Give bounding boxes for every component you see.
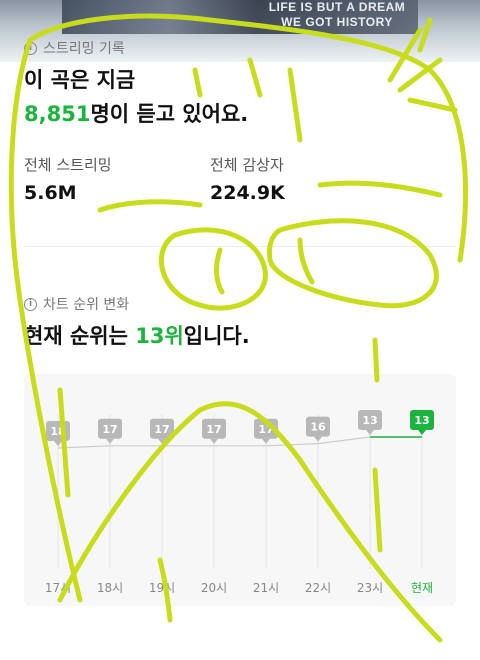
listeners-count: 8,851 xyxy=(24,102,91,126)
total-streams-value: 5.6M xyxy=(24,182,77,204)
x-tick-label: 17시 xyxy=(45,581,71,595)
banner-line-1: LIFE IS BUT A DREAM xyxy=(268,0,406,14)
rank-badge-label: 17 xyxy=(154,423,169,436)
x-tick-label: 19시 xyxy=(149,581,175,595)
rank-badge: 17 xyxy=(202,418,226,444)
ranking-headline-prefix: 현재 순위는 xyxy=(24,324,128,348)
rank-badge-label: 17 xyxy=(102,423,117,436)
current-rank: 13위 xyxy=(135,324,184,348)
x-tick-label: 20시 xyxy=(201,581,227,595)
rank-badge-label: 16 xyxy=(310,421,326,434)
streaming-headline-line1: 이 곡은 지금 xyxy=(24,68,136,92)
rank-chart-svg: 18 17 17 17 17 16 13 13 17시 18시 19시 20시 21시 22시 23시 현재 xyxy=(45,410,434,595)
streaming-section-title: 스트리밍 기록 xyxy=(43,41,125,57)
x-tick-label: 현재 xyxy=(411,581,433,595)
info-icon[interactable]: i xyxy=(24,41,37,55)
total-listeners-value: 224.9K xyxy=(210,182,285,204)
x-tick-label: 23시 xyxy=(357,581,383,595)
rank-badge-label: 13 xyxy=(362,414,377,427)
ranking-headline: 현재 순위는 13위입니다. xyxy=(24,322,250,350)
total-streams-label: 전체 스트리밍 xyxy=(24,156,112,174)
series-line-segment xyxy=(265,443,319,447)
info-icon[interactable]: i xyxy=(24,297,37,311)
rank-chart: 18 17 17 17 17 16 13 13 17시 18시 19시 20시 21시 22시 23시 현재 xyxy=(24,374,456,606)
ranking-section-title: 차트 순위 변화 xyxy=(43,297,130,313)
rank-badge-label: 17 xyxy=(258,423,273,436)
series-line-segment xyxy=(317,436,371,445)
streaming-section-header: i 스트리밍 기록 xyxy=(24,38,125,58)
x-tick-label: 21시 xyxy=(253,581,279,595)
x-tick-label: 18시 xyxy=(97,581,123,595)
rank-badge: 17 xyxy=(254,418,278,444)
rank-badge: 13 xyxy=(358,410,382,435)
rank-badge-label: 18 xyxy=(50,425,65,438)
ranking-headline-suffix: 입니다. xyxy=(183,324,250,348)
rank-badge: 17 xyxy=(150,418,174,444)
banner-line-2: WE GOT HISTORY xyxy=(281,15,393,29)
section-divider xyxy=(24,246,456,247)
rank-badge: 13 xyxy=(410,410,434,435)
listeners-suffix: 명이 듣고 있어요. xyxy=(90,102,249,126)
total-listeners-label: 전체 감상자 xyxy=(210,156,284,174)
banner-caption: LIFE IS BUT A DREAM WE GOT HISTORY xyxy=(258,0,416,30)
rank-badge: 17 xyxy=(98,418,122,444)
rank-badge: 16 xyxy=(306,416,330,442)
rank-badge: 18 xyxy=(46,421,70,446)
series-line-segment xyxy=(57,445,111,449)
rank-badge-label: 17 xyxy=(206,423,221,436)
rank-badge-label: 13 xyxy=(414,414,429,427)
ranking-section-header: i 차트 순위 변화 xyxy=(24,294,129,314)
x-tick-label: 22시 xyxy=(305,581,331,595)
streaming-headline-line2: 8,851명이 듣고 있어요. xyxy=(24,100,248,128)
